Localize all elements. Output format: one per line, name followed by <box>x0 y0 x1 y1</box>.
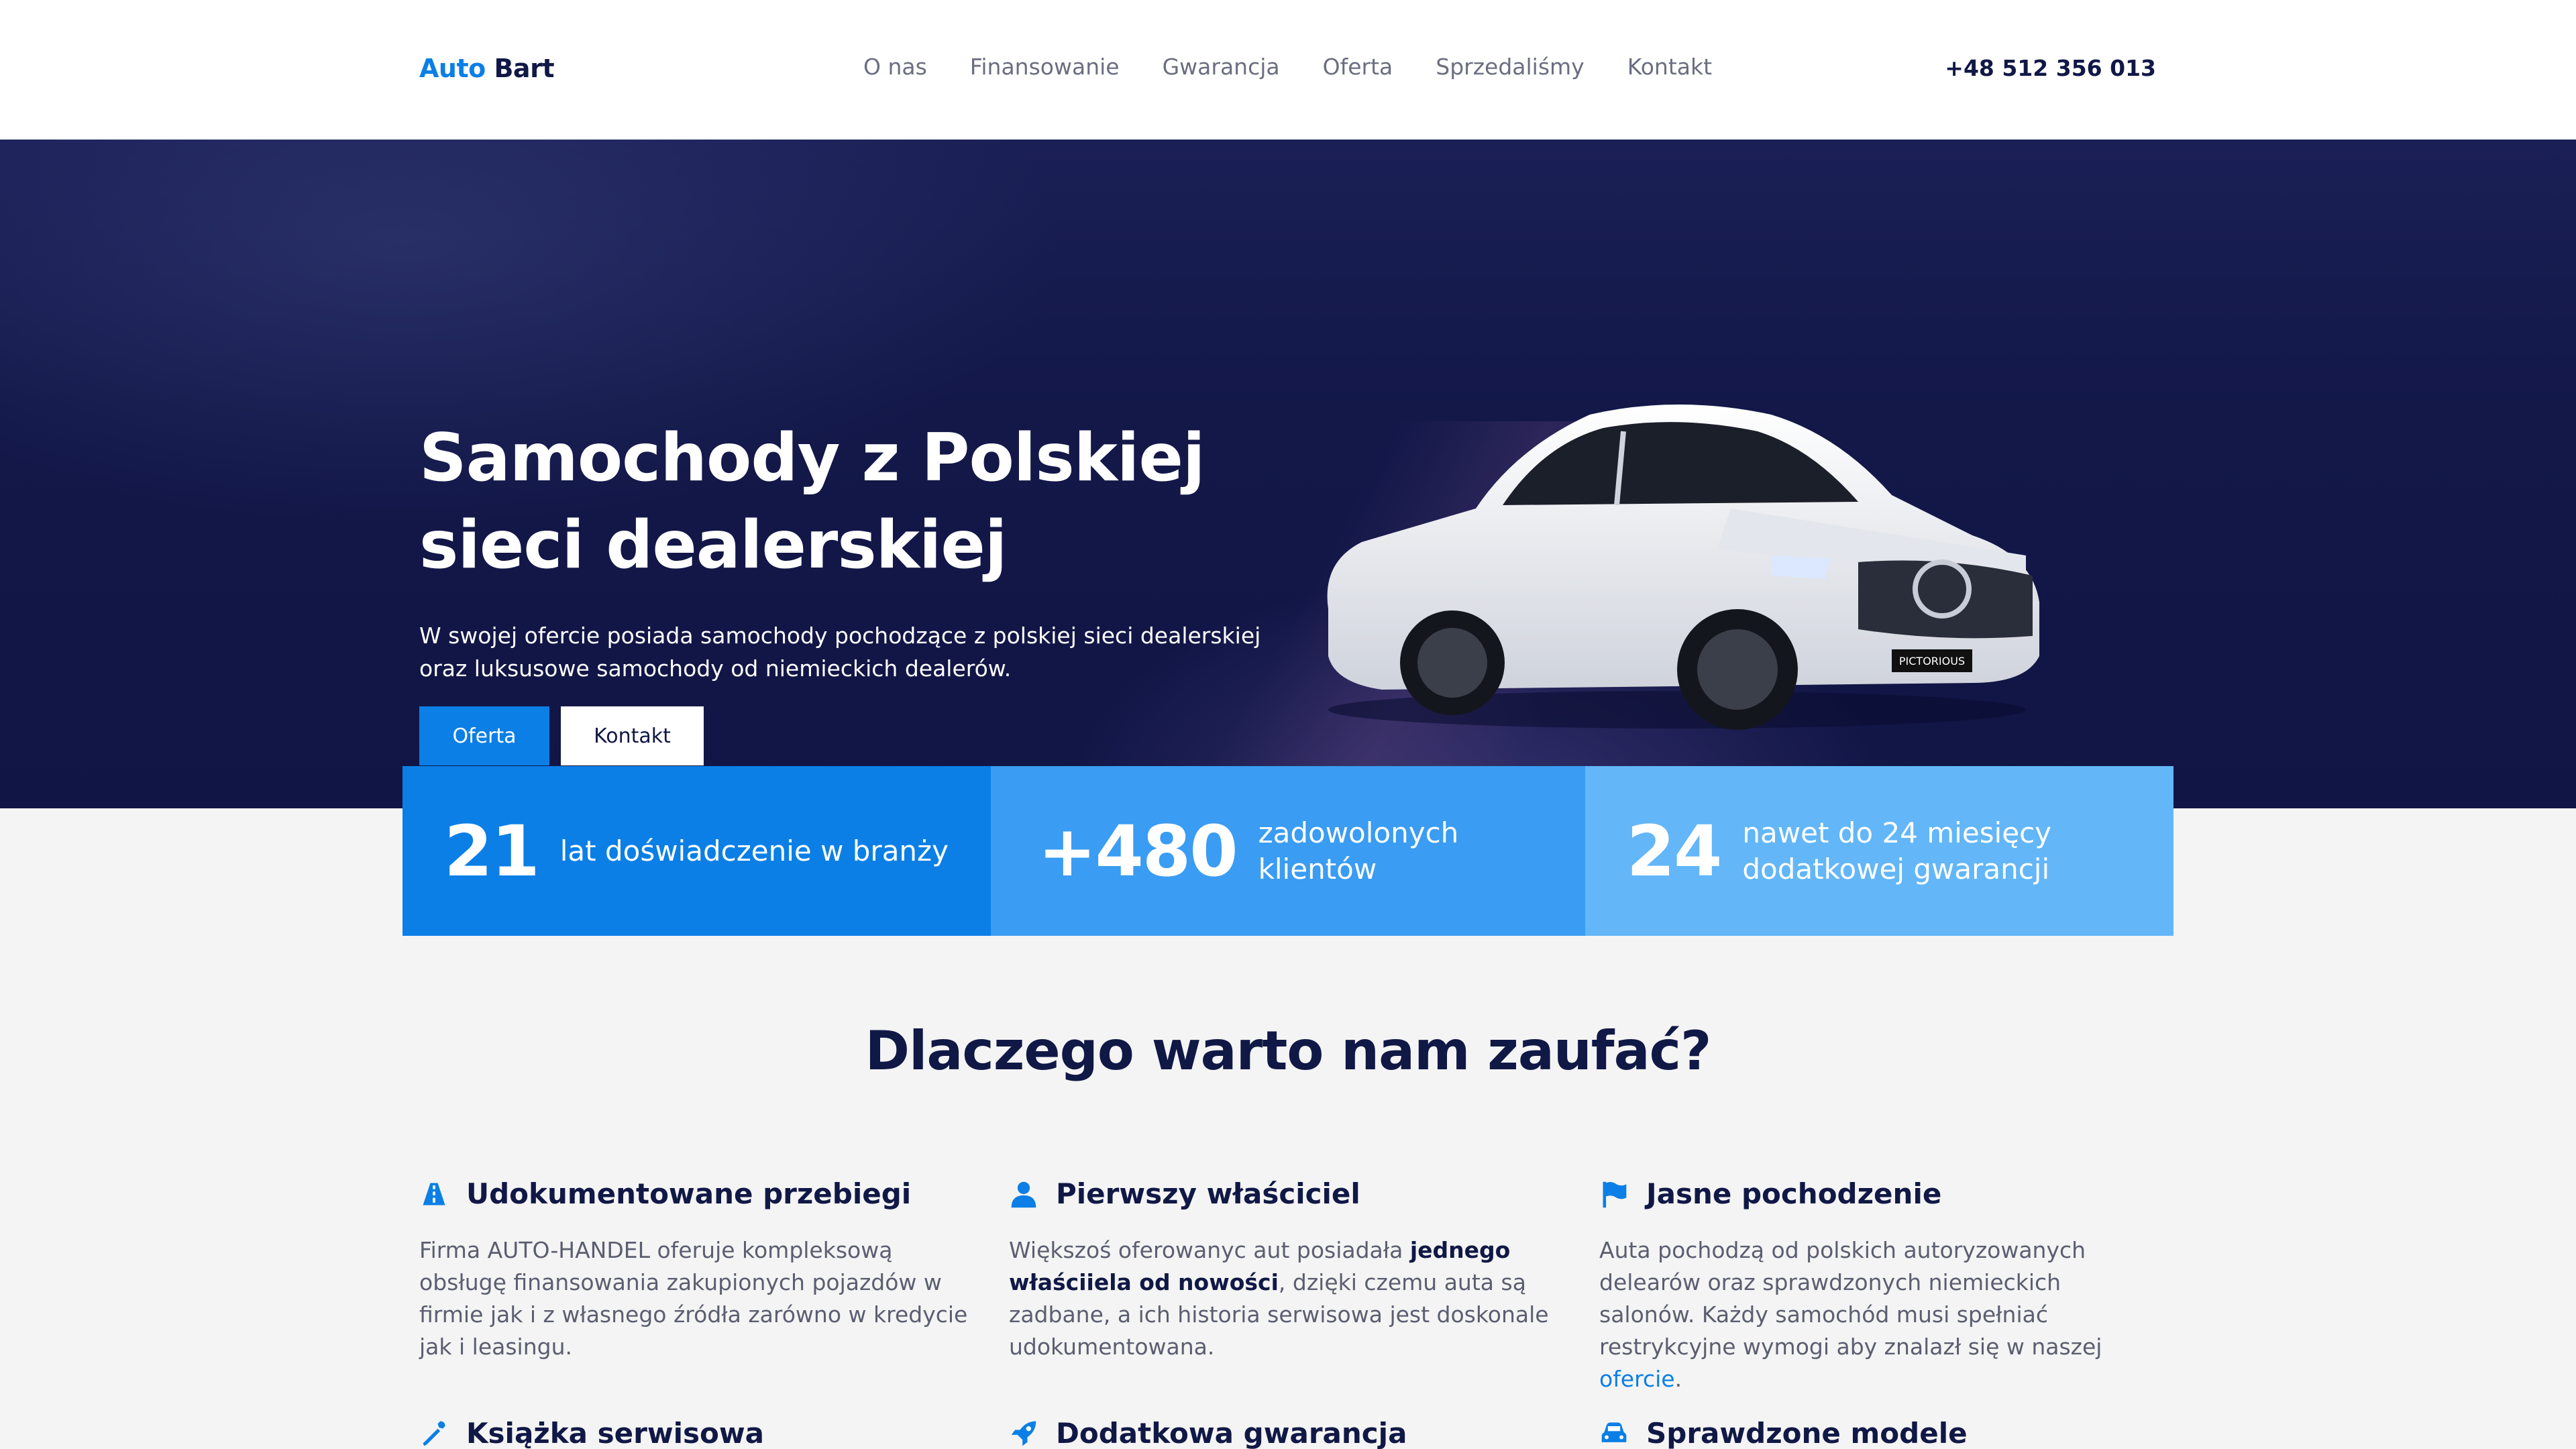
nav-item-finansowanie[interactable]: Finansowanie <box>970 54 1120 80</box>
nav-item-o-nas[interactable]: O nas <box>863 54 927 80</box>
main-nav: O nas Finansowanie Gwarancja Oferta Sprz… <box>863 54 1712 80</box>
contact-button[interactable]: Kontakt <box>561 706 704 765</box>
rocket-icon <box>1011 1421 1036 1446</box>
feature-clear-origin: Jasne pochodzenie Auta pochodzą od polsk… <box>1599 1177 2149 1395</box>
stat-number: 24 <box>1626 810 1723 892</box>
stat-clients: +480 zadowolonych klientów <box>991 766 1585 936</box>
feature-first-owner: Pierwszy właściciel Większoś oferowanyc … <box>1009 1177 1559 1363</box>
hero-section: Samochody z Polskiej sieci dealerskiej W… <box>0 140 2576 808</box>
feature-title: Dodatkowa gwarancja <box>1056 1417 1407 1449</box>
hero-title: Samochody z Polskiej sieci dealerskiej <box>419 420 1205 584</box>
stat-experience: 21 lat doświadczenie w branży <box>402 766 991 936</box>
stat-text: nawet do 24 miesięcy dodatkowej gwarancj… <box>1742 816 2052 885</box>
logo-part-bart[interactable]: Bart <box>494 54 554 83</box>
hero-car-image: PICTORIOUS <box>1327 405 2039 730</box>
feature-text: Auta pochodzą od polskich autoryzowanych… <box>1599 1237 2102 1392</box>
stat-warranty: 24 nawet do 24 miesięcy dodatkowej gwara… <box>1585 766 2174 936</box>
hero-description: W swojej ofercie posiada samochody pocho… <box>419 623 1261 682</box>
nav-item-kontakt[interactable]: Kontakt <box>1627 54 1712 80</box>
feature-text: Firma AUTO-HANDEL oferuje kompleksową ob… <box>419 1237 968 1360</box>
stat-number: +480 <box>1038 810 1238 892</box>
feature-title: Pierwszy właściciel <box>1056 1177 1360 1210</box>
road-icon <box>423 1183 445 1205</box>
flag-icon <box>1603 1181 1627 1208</box>
wrench-icon <box>423 1421 445 1446</box>
logo[interactable]: Auto Bart <box>419 54 554 83</box>
license-plate-text: PICTORIOUS <box>1899 655 1965 667</box>
offer-button[interactable]: Oferta <box>419 706 549 765</box>
stat-text: lat doświadczenie w branży <box>559 834 949 867</box>
car-icon <box>1601 1422 1627 1442</box>
nav-item-sprzedalismy[interactable]: Sprzedaliśmy <box>1436 54 1584 80</box>
phone-number[interactable]: +48 512 356 013 <box>1945 55 2156 81</box>
user-icon <box>1011 1181 1036 1208</box>
logo-part-auto[interactable]: Auto <box>419 54 486 83</box>
feature-service-book: Książka serwisowa <box>419 1417 969 1449</box>
feature-title: Książka serwisowa <box>466 1417 765 1449</box>
site-header: Auto Bart O nas Finansowanie Gwarancja O… <box>0 0 2576 140</box>
stat-number: 21 <box>444 810 540 892</box>
feature-title: Udokumentowane przebiegi <box>466 1177 912 1210</box>
feature-documented-mileage: Udokumentowane przebiegi Firma AUTO-HAND… <box>419 1177 969 1363</box>
feature-proven-models: Sprawdzone modele <box>1599 1417 2149 1449</box>
nav-item-oferta[interactable]: Oferta <box>1323 54 1393 80</box>
feature-extra-warranty: Dodatkowa gwarancja <box>1009 1417 1559 1449</box>
offer-link[interactable]: ofercie <box>1599 1366 1675 1392</box>
feature-title: Sprawdzone modele <box>1646 1417 1968 1449</box>
section-title: Dlaczego warto nam zaufać? <box>865 1020 1712 1082</box>
stat-text: zadowolonych klientów <box>1258 816 1459 885</box>
feature-text: Większoś oferowanyc aut posiadała jedneg… <box>1009 1237 1549 1360</box>
feature-title: Jasne pochodzenie <box>1646 1177 1942 1210</box>
stats-bar: 21 lat doświadczenie w branży +480 zadow… <box>402 766 2174 936</box>
nav-item-gwarancja[interactable]: Gwarancja <box>1163 54 1280 80</box>
